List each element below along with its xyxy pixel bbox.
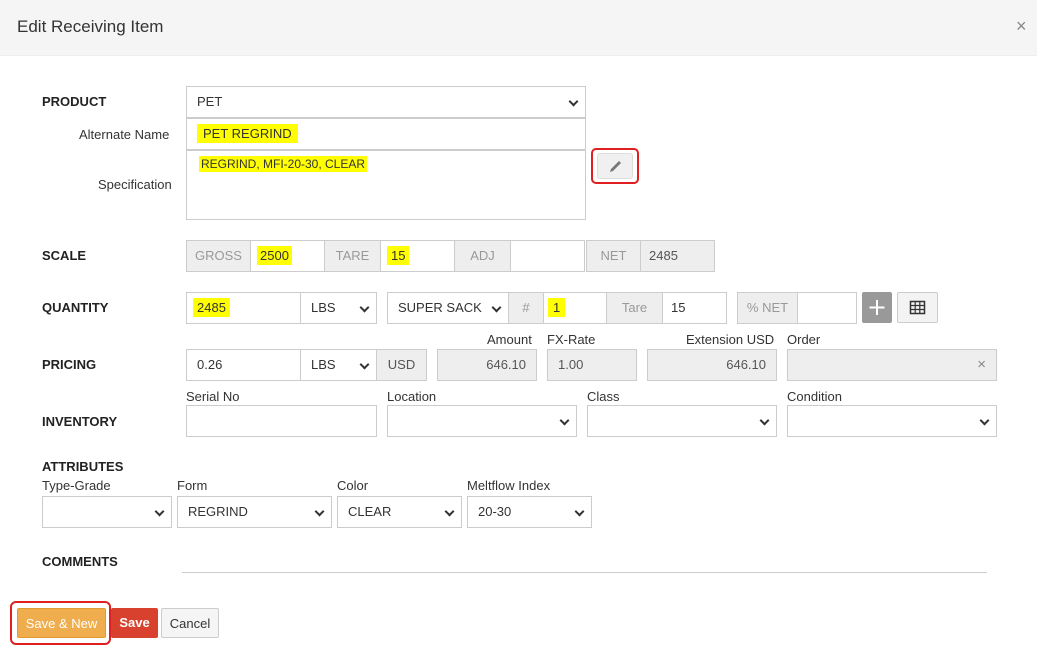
edit-spec-button[interactable] (597, 153, 633, 179)
qty-tare-input[interactable]: 15 (662, 292, 727, 324)
tare-addon: TARE (324, 240, 381, 272)
tare-input[interactable]: 15 (380, 240, 455, 272)
order-clear-icon[interactable]: × (977, 350, 986, 380)
scale-label: SCALE (42, 248, 87, 263)
alternate-name-input[interactable]: PET REGRIND (186, 118, 586, 150)
product-label: PRODUCT (42, 94, 107, 109)
location-label: Location (387, 389, 437, 404)
amount-value: 646.10 (437, 349, 537, 381)
pricing-label: PRICING (42, 357, 97, 372)
fx-rate-value: 1.00 (547, 349, 637, 381)
adj-addon: ADJ (454, 240, 511, 272)
price-unit-select[interactable]: LBS (300, 349, 377, 381)
inventory-label: INVENTORY (42, 414, 118, 429)
form-select[interactable]: REGRIND (177, 496, 332, 528)
pct-net-input[interactable] (797, 292, 857, 324)
specification-label: Specification (98, 177, 172, 192)
alternate-name-label: Alternate Name (79, 127, 170, 142)
plus-icon (869, 300, 885, 315)
extension-value: 646.10 (647, 349, 777, 381)
meltflow-select[interactable]: 20-30 (467, 496, 592, 528)
count-addon: # (508, 292, 544, 324)
price-input[interactable]: 0.26 (186, 349, 301, 381)
product-select[interactable]: PET (186, 86, 586, 118)
save-button[interactable]: Save (111, 608, 158, 638)
condition-label: Condition (787, 389, 842, 404)
add-button[interactable] (862, 292, 892, 323)
quantity-unit-select[interactable]: LBS (300, 292, 377, 324)
gross-addon: GROSS (186, 240, 251, 272)
container-select[interactable]: SUPER SACK (387, 292, 509, 324)
count-input[interactable]: 1 (543, 292, 607, 324)
location-select[interactable] (387, 405, 577, 437)
comments-input[interactable] (182, 572, 987, 573)
extension-label: Extension USD (686, 332, 775, 347)
save-new-button[interactable]: Save & New (17, 608, 106, 638)
specification-textarea[interactable]: REGRIND, MFI-20-30, CLEAR (186, 150, 586, 220)
amount-label: Amount (487, 332, 532, 347)
form-label: Form (177, 478, 208, 493)
color-select[interactable]: CLEAR (337, 496, 462, 528)
type-grade-select[interactable] (42, 496, 172, 528)
serial-input[interactable] (186, 405, 377, 437)
fx-rate-label: FX-Rate (547, 332, 596, 347)
currency-addon: USD (376, 349, 427, 381)
quantity-input[interactable]: 2485 (186, 292, 301, 324)
pencil-icon (610, 161, 621, 172)
comments-label: COMMENTS (42, 554, 118, 569)
cancel-button[interactable]: Cancel (161, 608, 219, 638)
close-icon[interactable]: × (1016, 16, 1027, 37)
meltflow-label: Meltflow Index (467, 478, 551, 493)
condition-select[interactable] (787, 405, 997, 437)
net-addon: NET (586, 240, 641, 272)
class-label: Class (587, 389, 620, 404)
adj-input[interactable] (510, 240, 585, 272)
quantity-label: QUANTITY (42, 300, 109, 315)
gross-input[interactable]: 2500 (250, 240, 325, 272)
qty-tare-addon: Tare (606, 292, 663, 324)
attributes-label: ATTRIBUTES (42, 459, 124, 474)
class-select[interactable] (587, 405, 777, 437)
pct-net-addon: % NET (737, 292, 798, 324)
grid-button[interactable] (897, 292, 938, 323)
order-select[interactable]: × (787, 349, 997, 381)
dialog-title: Edit Receiving Item (17, 17, 164, 36)
type-grade-label: Type-Grade (42, 478, 111, 493)
grid-icon (909, 300, 926, 315)
color-label: Color (337, 478, 369, 493)
serial-label: Serial No (186, 389, 240, 404)
net-value: 2485 (640, 240, 715, 272)
order-label: Order (787, 332, 821, 347)
